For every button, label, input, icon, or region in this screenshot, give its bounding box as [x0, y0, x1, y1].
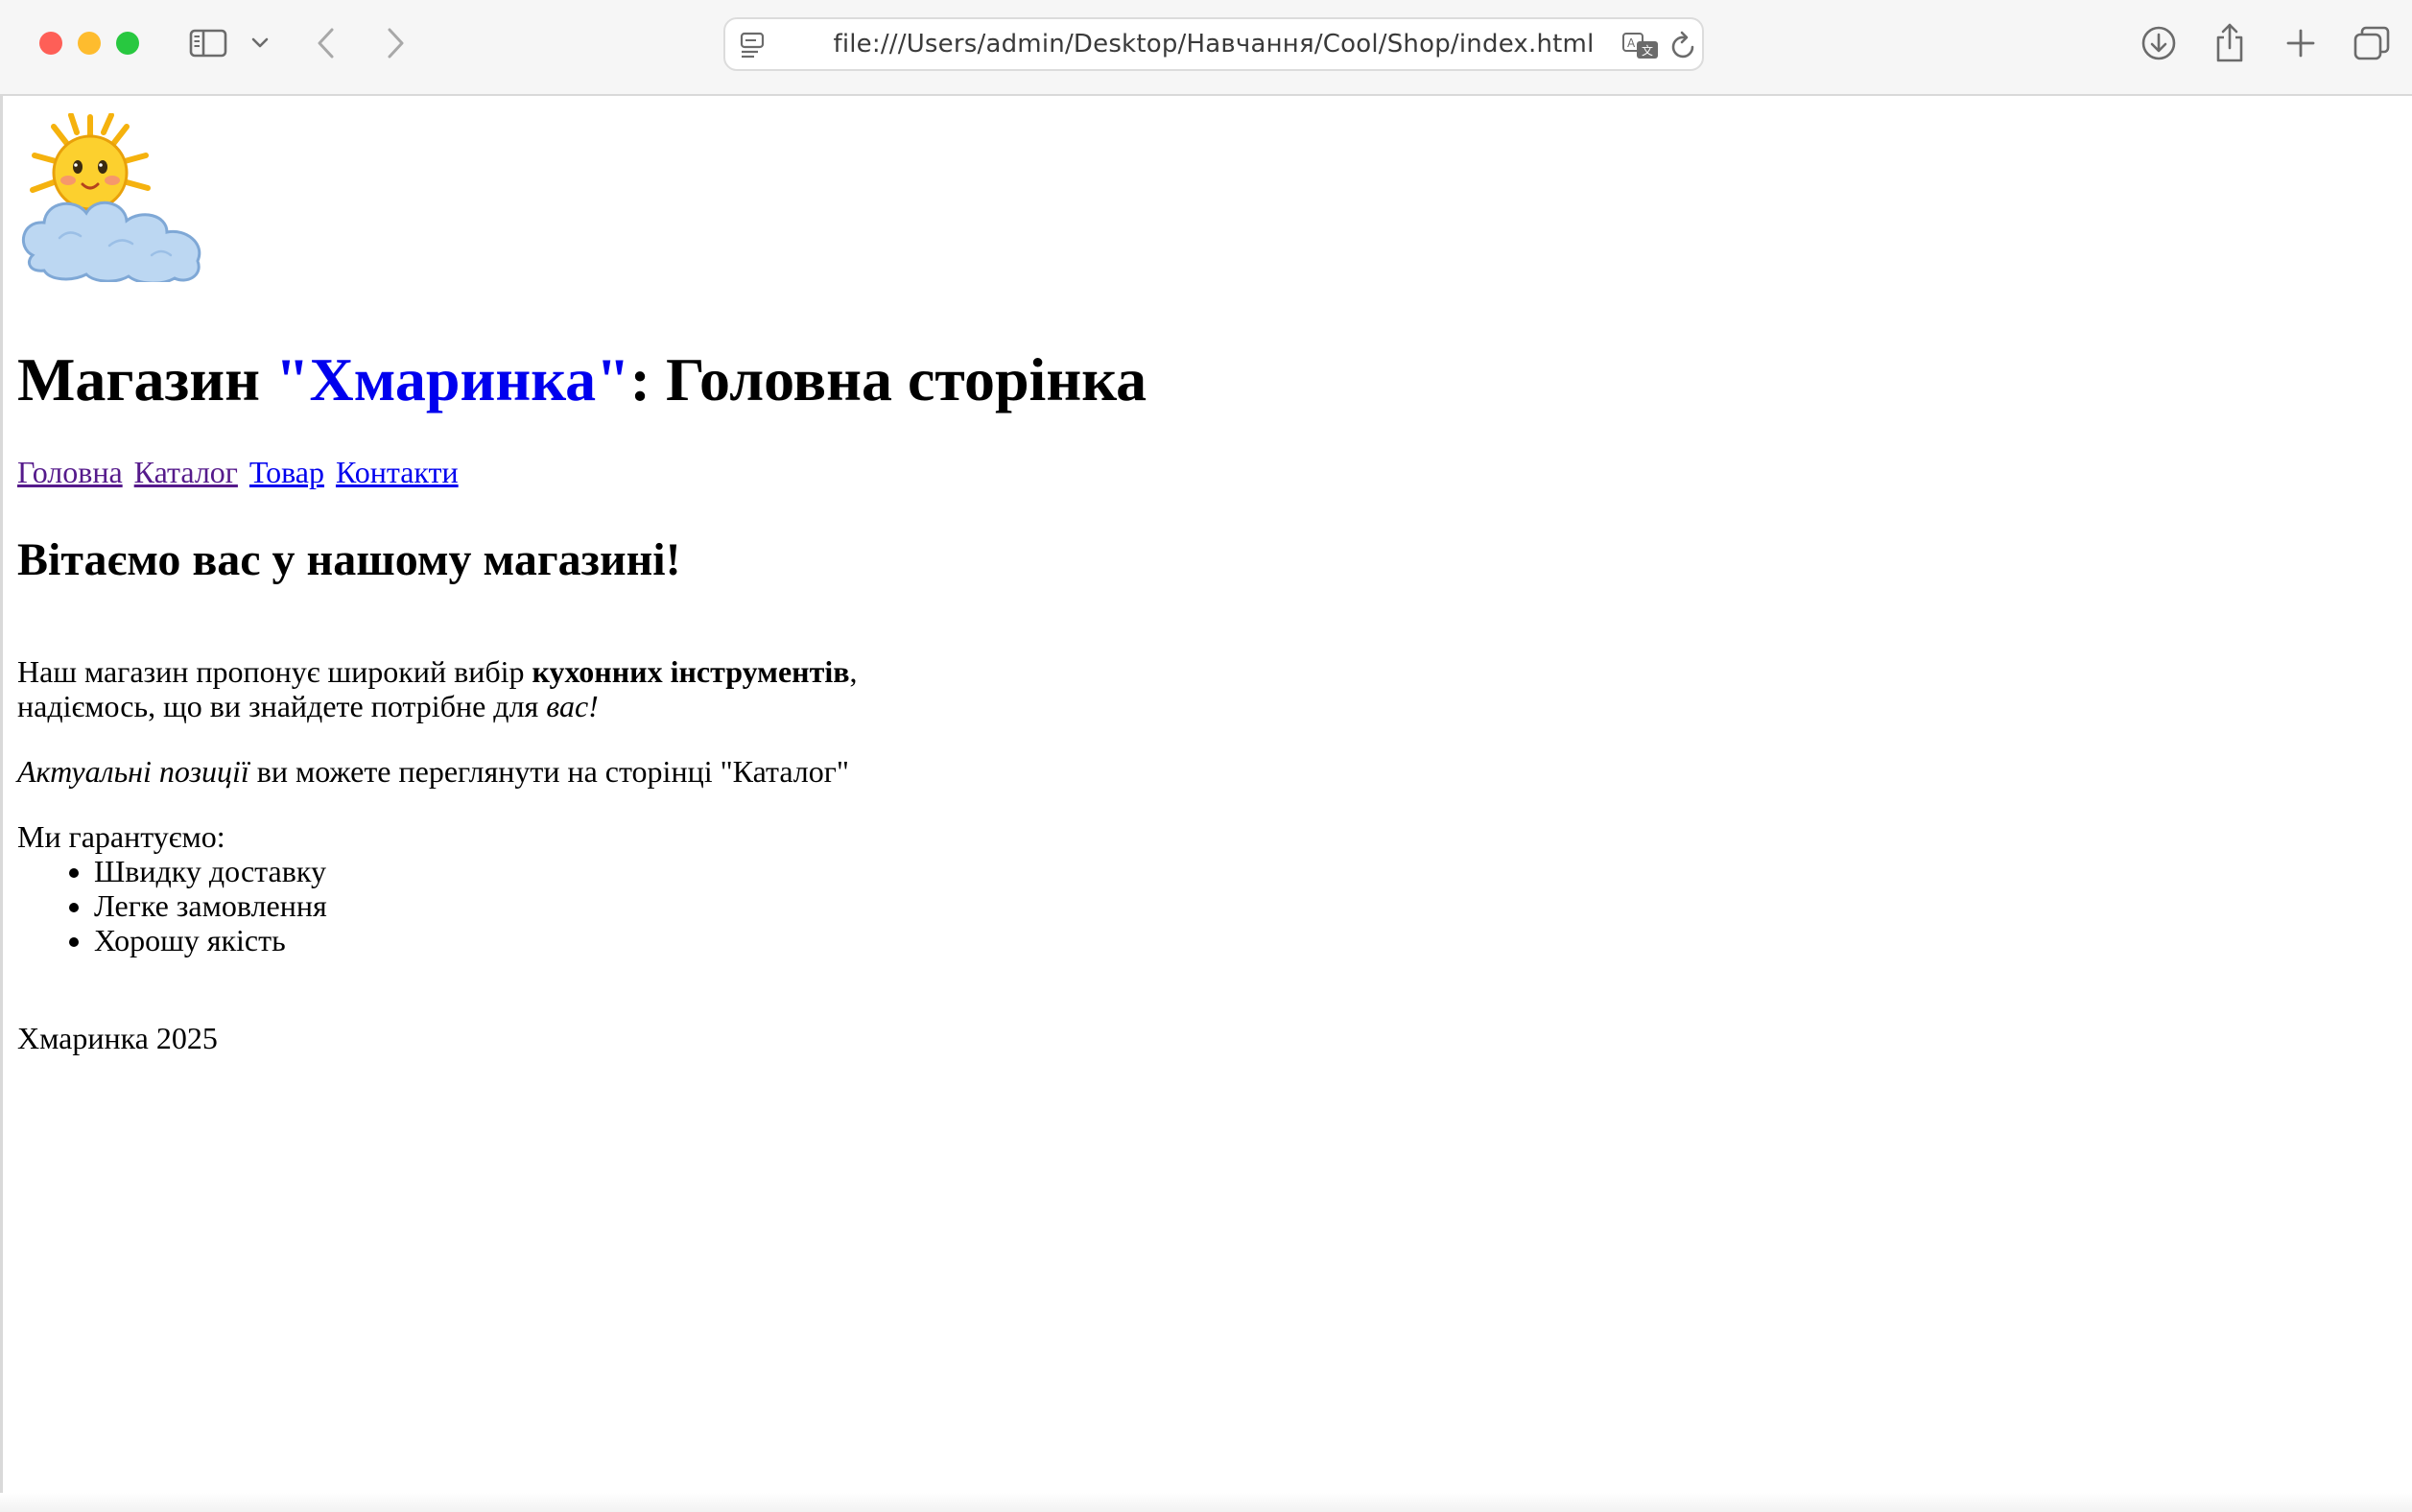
sidebar-menu-button[interactable] — [246, 19, 274, 67]
tab-overview-button[interactable] — [2349, 19, 2395, 67]
sun-cloud-logo — [22, 113, 201, 282]
title-suffix: : Головна сторінка — [629, 345, 1147, 413]
cloud — [22, 201, 201, 282]
reload-icon[interactable] — [1669, 31, 1698, 61]
svg-text:文: 文 — [1642, 43, 1653, 58]
new-tab-button[interactable] — [2278, 19, 2324, 67]
plus-icon — [2286, 29, 2315, 58]
download-icon — [2141, 26, 2176, 60]
catalog-note: Актуальні позиції ви можете переглянути … — [17, 754, 849, 789]
main-nav: Головна Каталог Товар Контакти — [17, 454, 462, 490]
intro-text-2: , — [849, 654, 858, 689]
chevron-down-icon — [251, 37, 269, 48]
intro-italic: вас! — [546, 689, 599, 723]
catalog-note-text: ви можете переглянути на сторінці "Катал… — [248, 754, 849, 789]
back-button[interactable] — [307, 19, 345, 67]
sidebar-icon — [189, 29, 227, 58]
intro-text-3: надіємось, що ви знайдете потрібне для — [17, 689, 547, 723]
catalog-note-italic: Актуальні позиції — [17, 754, 249, 789]
sidebar-toggle-button[interactable] — [186, 19, 230, 67]
guarantee-intro: Ми гарантуємо: — [17, 819, 225, 854]
address-bar[interactable]: file:///Users/admin/Desktop/Навчання/Coo… — [723, 17, 1704, 71]
list-item: Хорошу якість — [94, 923, 327, 957]
title-prefix: Магазин — [17, 345, 275, 413]
welcome-heading: Вітаємо вас у нашому магазині! — [17, 534, 681, 585]
nav-link-product[interactable]: Товар — [249, 455, 324, 489]
share-button[interactable] — [2207, 19, 2253, 67]
nav-link-catalog[interactable]: Каталог — [134, 455, 238, 489]
minimize-window-button[interactable] — [78, 32, 101, 55]
svg-text:A: A — [1627, 36, 1636, 50]
close-window-button[interactable] — [39, 32, 62, 55]
window-left-border — [0, 94, 3, 1512]
guarantees-list: Швидку доставку Легке замовлення Хорошу … — [17, 854, 327, 957]
web-page: Магазин "Хмаринка": Головна сторінка Гол… — [17, 96, 2412, 1512]
list-item: Легке замовлення — [94, 888, 327, 923]
chevron-right-icon — [388, 28, 404, 59]
intro-text-1: Наш магазин пропонує широкий вибір — [17, 654, 532, 689]
title-brand: "Хмаринка" — [274, 345, 630, 413]
nav-link-home[interactable]: Головна — [17, 455, 123, 489]
translate-icon[interactable]: A 文 — [1621, 31, 1660, 61]
share-icon — [2216, 23, 2243, 62]
page-footer: Хмаринка 2025 — [17, 1021, 218, 1055]
url-text[interactable]: file:///Users/admin/Desktop/Навчання/Coo… — [725, 19, 1702, 69]
tab-overview-icon — [2353, 26, 2390, 60]
zoom-window-button[interactable] — [116, 32, 139, 55]
downloads-button[interactable] — [2136, 19, 2182, 67]
forward-button[interactable] — [376, 19, 414, 67]
chevron-left-icon — [318, 28, 334, 59]
browser-toolbar: file:///Users/admin/Desktop/Навчання/Coo… — [0, 0, 2412, 96]
nav-link-contacts[interactable]: Контакти — [336, 455, 459, 489]
intro-paragraph: Наш магазин пропонує широкий вибір кухон… — [17, 654, 857, 723]
window-bottom-edge — [0, 1493, 2412, 1512]
intro-bold: кухонних інструментів — [532, 654, 850, 689]
list-item: Швидку доставку — [94, 854, 327, 888]
page-title: Магазин "Хмаринка": Головна сторінка — [17, 343, 1147, 417]
